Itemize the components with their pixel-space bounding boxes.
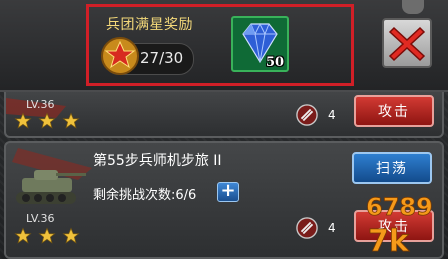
stage-1-repair-count: 4 bbox=[328, 108, 336, 122]
star-icon bbox=[14, 227, 32, 244]
repair-icon bbox=[296, 217, 318, 239]
stage-2-remaining: 剩余挑战次数:6/6 bbox=[93, 188, 197, 203]
star-icon bbox=[101, 37, 139, 75]
add-attempts-button[interactable]: + bbox=[217, 182, 239, 202]
reward-item-quantity: 50 bbox=[266, 55, 285, 70]
star-icon bbox=[38, 227, 56, 244]
star-count: 27/30 bbox=[140, 49, 184, 67]
attack-button-1[interactable]: 攻击 bbox=[354, 95, 434, 127]
stage-2-stars bbox=[14, 227, 81, 249]
star-icon bbox=[62, 227, 80, 244]
repair-icon bbox=[296, 104, 318, 126]
reward-title: 兵团满星奖励 bbox=[106, 17, 193, 33]
stage-2-title: 第55步兵师机步旅 II bbox=[93, 153, 222, 169]
close-button[interactable] bbox=[382, 18, 432, 68]
site-watermark-logo: 6789 7k bbox=[366, 193, 434, 259]
star-icon bbox=[62, 112, 80, 129]
stage-2-level: LV.36 bbox=[26, 212, 55, 225]
close-button-tab bbox=[402, 0, 424, 14]
watermark-line1: 6789 bbox=[366, 193, 433, 221]
watermark-line2: 7k bbox=[368, 224, 410, 259]
star-icon bbox=[14, 112, 32, 129]
stage-2-repair-count: 4 bbox=[328, 221, 336, 235]
tank-icon bbox=[12, 148, 92, 204]
close-icon bbox=[388, 26, 426, 62]
stage-1-stars bbox=[14, 112, 81, 134]
sweep-button[interactable]: 扫荡 bbox=[352, 152, 432, 184]
star-icon bbox=[38, 112, 56, 129]
stage-1-level: LV.36 bbox=[26, 98, 55, 111]
